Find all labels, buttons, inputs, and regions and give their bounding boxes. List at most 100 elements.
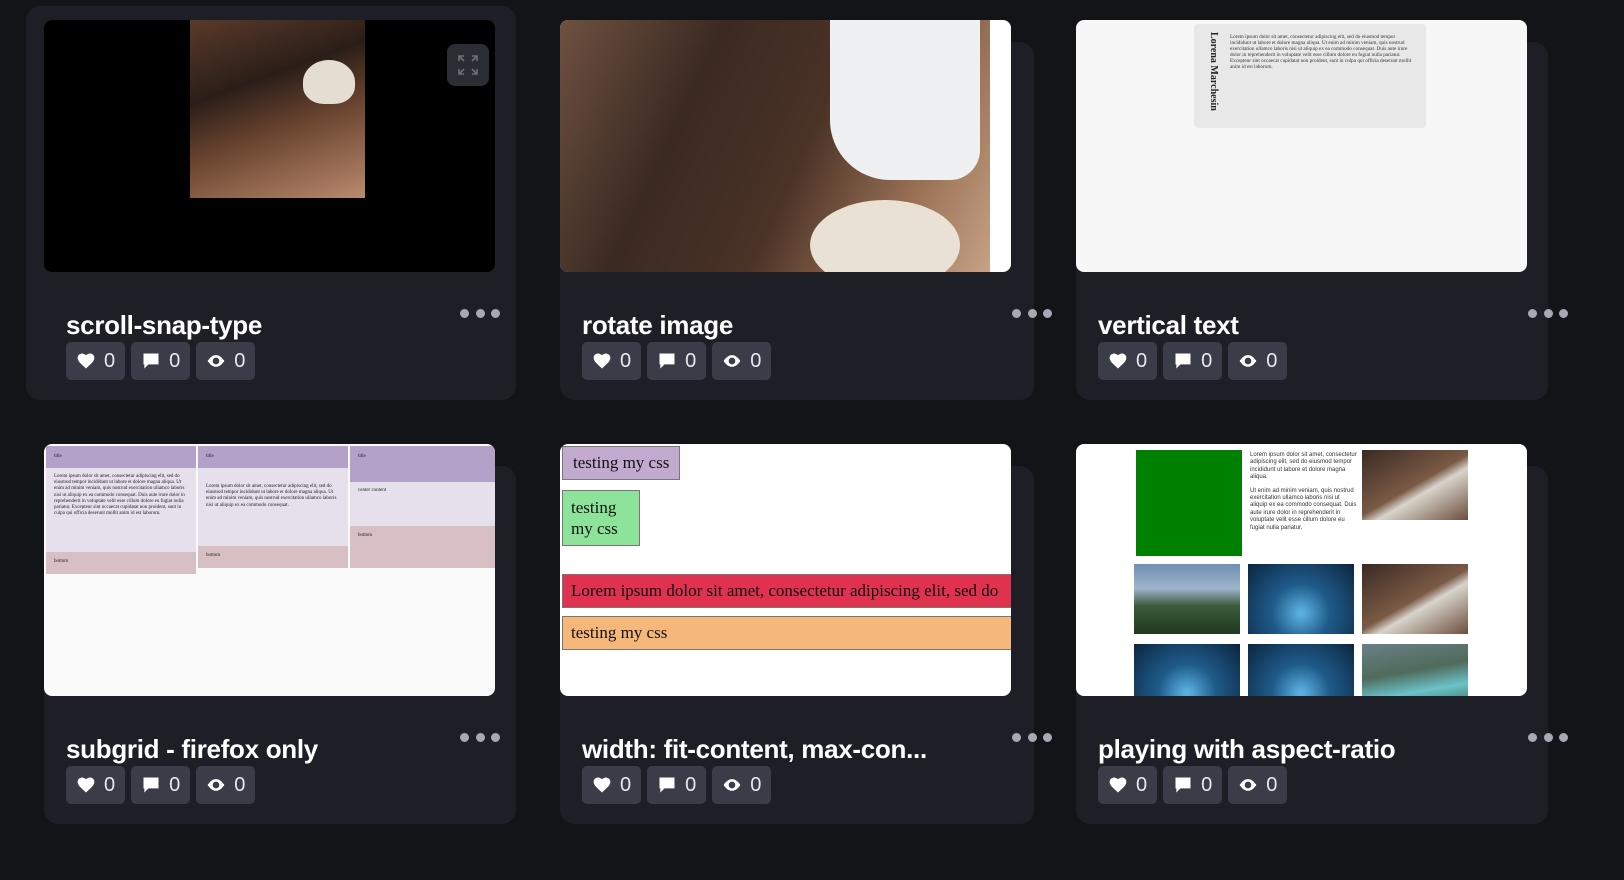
- subgrid-column: title center content bottom: [350, 446, 495, 568]
- comment-icon: [1175, 353, 1191, 369]
- preview-image: [560, 20, 990, 272]
- comment-button[interactable]: 0: [131, 342, 191, 380]
- card-subgrid[interactable]: title Lorem ipsum dolor sit amet, consec…: [26, 430, 536, 838]
- views-button[interactable]: 0: [1228, 766, 1288, 804]
- preview-aspect-ratio[interactable]: Lorem ipsum dolor sit amet, consectetur …: [1076, 444, 1527, 696]
- more-options-button[interactable]: [460, 732, 500, 742]
- comment-icon: [1175, 777, 1191, 793]
- eye-icon: [207, 779, 225, 791]
- subgrid-column: title Lorem ipsum dolor sit amet, consec…: [46, 446, 196, 574]
- preview-fit-content[interactable]: testing my css testing my css Lorem ipsu…: [560, 444, 1011, 696]
- photo-tile: [1362, 450, 1468, 520]
- card-scroll-snap-type[interactable]: scroll-snap-type 0 0 0: [26, 6, 536, 414]
- like-count: 0: [104, 773, 116, 796]
- more-options-button[interactable]: [1528, 732, 1568, 742]
- aspect-text: Lorem ipsum dolor sit amet, consectetur …: [1250, 452, 1357, 531]
- expand-icon[interactable]: [447, 44, 489, 86]
- like-button[interactable]: 0: [582, 342, 642, 380]
- comment-count: 0: [685, 773, 697, 796]
- card-vertical-text[interactable]: Lorena Marchesin Lorem ipsum dolor sit a…: [1076, 6, 1586, 414]
- views-button[interactable]: 0: [196, 342, 256, 380]
- views-button[interactable]: 0: [712, 342, 772, 380]
- comment-count: 0: [1201, 349, 1213, 372]
- photo-tile: [1248, 644, 1354, 696]
- comment-icon: [659, 353, 675, 369]
- photo-tile: [1362, 644, 1468, 696]
- card-title[interactable]: vertical text: [1098, 310, 1239, 341]
- preview-rotate-image[interactable]: [560, 20, 1011, 272]
- comment-icon: [659, 777, 675, 793]
- comment-count: 0: [685, 349, 697, 372]
- like-count: 0: [1136, 773, 1148, 796]
- card-rotate-image[interactable]: rotate image 0 0 0: [560, 6, 1070, 414]
- vertical-name: Lorena Marchesin: [1208, 32, 1219, 111]
- photo-tile: [1248, 564, 1354, 634]
- like-button[interactable]: 0: [1098, 766, 1158, 804]
- heart-icon: [593, 777, 611, 793]
- fill-box: testing my css: [562, 616, 1011, 650]
- view-count: 0: [750, 773, 762, 796]
- card-title[interactable]: playing with aspect-ratio: [1098, 734, 1396, 765]
- more-options-button[interactable]: [1012, 732, 1052, 742]
- view-count: 0: [234, 773, 246, 796]
- photo-tile: [1134, 564, 1240, 634]
- view-count: 0: [750, 349, 762, 372]
- card-title[interactable]: scroll-snap-type: [66, 310, 262, 341]
- eye-icon: [1239, 779, 1257, 791]
- more-options-button[interactable]: [1528, 308, 1568, 318]
- comment-button[interactable]: 0: [647, 766, 707, 804]
- comment-count: 0: [1201, 773, 1213, 796]
- card-fit-content[interactable]: testing my css testing my css Lorem ipsu…: [560, 430, 1070, 838]
- heart-icon: [77, 777, 95, 793]
- view-count: 0: [1266, 349, 1278, 372]
- like-button[interactable]: 0: [582, 766, 642, 804]
- comment-button[interactable]: 0: [1163, 342, 1223, 380]
- lorem-text: Lorem ipsum dolor sit amet, consectetur …: [1230, 34, 1412, 70]
- view-count: 0: [234, 349, 246, 372]
- heart-icon: [593, 353, 611, 369]
- view-count: 0: [1266, 773, 1278, 796]
- like-count: 0: [1136, 349, 1148, 372]
- max-content-box: Lorem ipsum dolor sit amet, consectetur …: [562, 574, 1011, 608]
- comment-icon: [143, 777, 159, 793]
- views-button[interactable]: 0: [196, 766, 256, 804]
- views-button[interactable]: 0: [1228, 342, 1288, 380]
- preview-vertical-text[interactable]: Lorena Marchesin Lorem ipsum dolor sit a…: [1076, 20, 1527, 272]
- like-count: 0: [104, 349, 116, 372]
- card-title[interactable]: rotate image: [582, 310, 733, 341]
- preview-scroll-snap[interactable]: [44, 20, 495, 272]
- comment-count: 0: [169, 349, 181, 372]
- card-aspect-ratio[interactable]: Lorem ipsum dolor sit amet, consectetur …: [1076, 430, 1586, 838]
- comment-button[interactable]: 0: [647, 342, 707, 380]
- more-options-button[interactable]: [460, 308, 500, 318]
- like-button[interactable]: 0: [66, 766, 126, 804]
- vertical-text-box: Lorena Marchesin Lorem ipsum dolor sit a…: [1194, 24, 1426, 128]
- like-count: 0: [620, 773, 632, 796]
- photo-tile: [1134, 644, 1240, 696]
- comment-count: 0: [169, 773, 181, 796]
- heart-icon: [1109, 353, 1127, 369]
- like-button[interactable]: 0: [66, 342, 126, 380]
- comment-button[interactable]: 0: [1163, 766, 1223, 804]
- views-button[interactable]: 0: [712, 766, 772, 804]
- subgrid-column: title Lorem ipsum dolor sit amet, consec…: [198, 446, 348, 568]
- preview-subgrid[interactable]: title Lorem ipsum dolor sit amet, consec…: [44, 444, 495, 696]
- like-button[interactable]: 0: [1098, 342, 1158, 380]
- fit-box: testing my css: [562, 446, 681, 480]
- eye-icon: [207, 355, 225, 367]
- preview-image: [190, 20, 365, 198]
- min-content-box: testing my css: [562, 490, 640, 546]
- comment-icon: [143, 353, 159, 369]
- comment-button[interactable]: 0: [131, 766, 191, 804]
- like-count: 0: [620, 349, 632, 372]
- green-square: [1136, 450, 1242, 556]
- heart-icon: [77, 353, 95, 369]
- heart-icon: [1109, 777, 1127, 793]
- card-title[interactable]: subgrid - firefox only: [66, 734, 318, 765]
- eye-icon: [723, 779, 741, 791]
- more-options-button[interactable]: [1012, 308, 1052, 318]
- eye-icon: [723, 355, 741, 367]
- photo-tile: [1362, 564, 1468, 634]
- eye-icon: [1239, 355, 1257, 367]
- card-title[interactable]: width: fit-content, max-con...: [582, 734, 927, 765]
